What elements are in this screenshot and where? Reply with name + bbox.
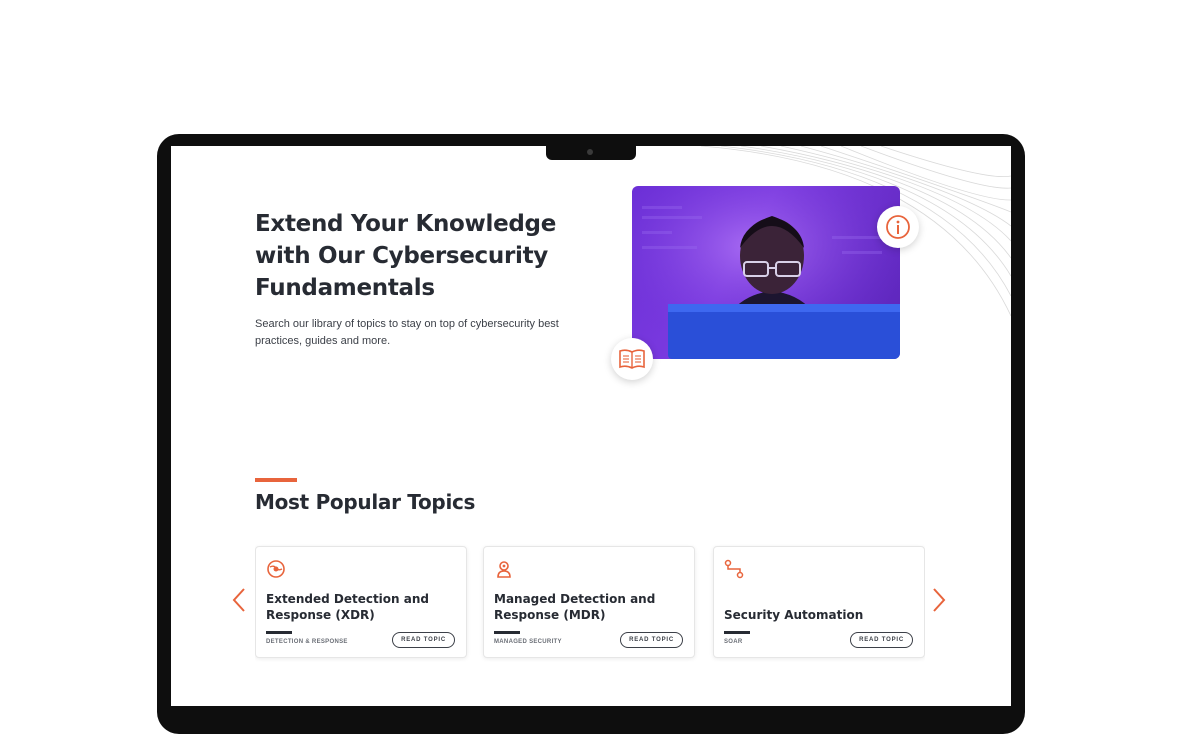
page-screen: Extend Your Knowledge with Our Cybersecu… [171, 146, 1011, 706]
book-badge [611, 338, 653, 380]
topic-card-automation[interactable]: Security Automation SOAR READ TOPIC [713, 546, 925, 658]
read-topic-button[interactable]: READ TOPIC [850, 632, 913, 648]
hero-title: Extend Your Knowledge with Our Cybersecu… [255, 211, 557, 301]
card-tag: DETECTION & RESPONSE [266, 639, 348, 645]
hero-subtitle: Search our library of topics to stay on … [255, 318, 559, 347]
card-title: Managed Detection and Response (MDR) [494, 592, 656, 622]
laptop-notch [546, 146, 636, 160]
topic-card-mdr[interactable]: Managed Detection and Response (MDR) MAN… [483, 546, 695, 658]
card-title: Extended Detection and Response (XDR) [266, 592, 429, 622]
topics-carousel: Extended Detection and Response (XDR) DE… [255, 544, 925, 662]
card-title: Security Automation [724, 608, 864, 622]
person-badge-icon [497, 561, 511, 578]
read-topic-button[interactable]: READ TOPIC [392, 632, 455, 648]
read-topic-button[interactable]: READ TOPIC [620, 632, 683, 648]
camera-dot [587, 149, 593, 155]
topic-card-xdr[interactable]: Extended Detection and Response (XDR) DE… [255, 546, 467, 658]
card-tag: MANAGED SECURITY [494, 639, 562, 645]
card-rule [494, 631, 520, 634]
book-icon [619, 349, 645, 369]
card-rule [724, 631, 750, 634]
carousel-next-arrow-icon[interactable] [931, 586, 947, 614]
card-tag: SOAR [724, 639, 743, 645]
globe-shield-icon [267, 560, 285, 578]
section-accent-bar [255, 478, 297, 482]
hero-image [632, 186, 900, 359]
workflow-icon [724, 559, 744, 579]
card-rule [266, 631, 292, 634]
info-badge [877, 206, 919, 248]
info-icon [886, 215, 910, 239]
section-title: Most Popular Topics [255, 490, 476, 514]
carousel-prev-arrow-icon[interactable] [231, 586, 247, 614]
